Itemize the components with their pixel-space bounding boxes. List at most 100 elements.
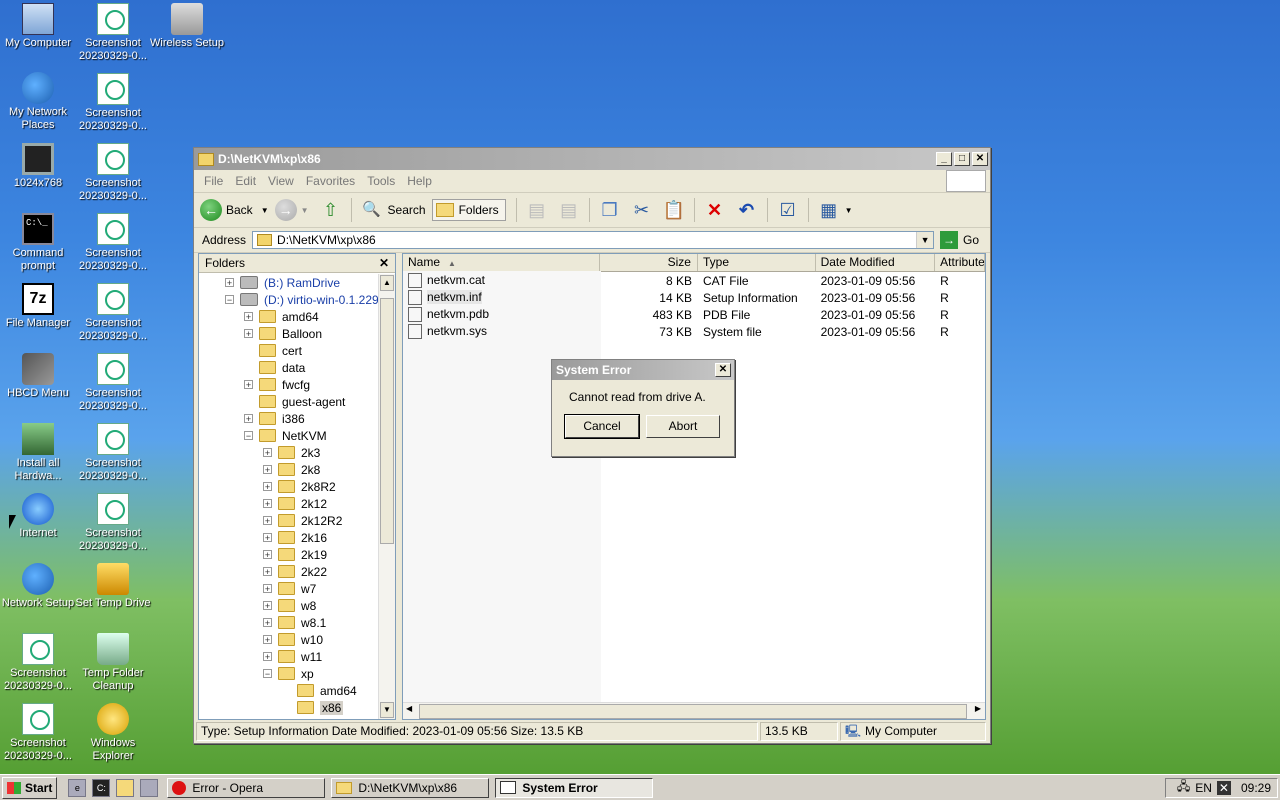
tree-node[interactable]: + w10 (263, 631, 323, 648)
tree-node[interactable]: amd64 (282, 682, 357, 699)
tree-node[interactable]: − xp (263, 665, 314, 682)
start-button[interactable]: Start (2, 776, 58, 799)
expand-icon[interactable]: + (263, 465, 272, 475)
abort-button[interactable]: Abort (646, 415, 720, 438)
dialog-titlebar[interactable]: System Error ✕ (552, 360, 734, 380)
back-dropdown-icon[interactable]: ▼ (261, 206, 269, 215)
scroll-thumb[interactable] (419, 704, 967, 719)
task-system-error[interactable]: System Error (495, 777, 654, 798)
desktop-icon-wireless-setup[interactable]: Wireless Setup (149, 3, 225, 50)
column-date-modified[interactable]: Date Modified (816, 254, 936, 271)
address-dropdown-icon[interactable]: ▼ (916, 232, 934, 248)
tree-node-selected[interactable]: x86 (282, 699, 344, 716)
table-row[interactable]: netkvm.pdb 483 KB PDB File 2023-01-09 05… (403, 306, 985, 323)
task-opera[interactable]: Error - Opera (167, 777, 326, 798)
tree-node[interactable]: + w7 (263, 580, 316, 597)
expand-icon[interactable]: + (263, 601, 272, 611)
up-folder-icon[interactable]: ⇧ (320, 199, 342, 221)
copy-to-icon[interactable]: ▤ (558, 199, 580, 221)
table-row[interactable]: netkvm.inf 14 KB Setup Information 2023-… (403, 289, 985, 306)
table-row[interactable]: netkvm.sys 73 KB System file 2023-01-09 … (403, 323, 985, 340)
collapse-icon[interactable]: − (225, 295, 234, 305)
menu-favorites[interactable]: Favorites (302, 174, 363, 188)
desktop-icon-temp-cleanup[interactable]: Temp Folder Cleanup (75, 633, 151, 693)
collapse-icon[interactable]: − (263, 669, 272, 679)
tree-node[interactable]: +2k8R2 (263, 478, 336, 495)
tool-tray-icon[interactable]: ✕ (1216, 780, 1231, 795)
expand-icon[interactable]: + (263, 482, 272, 492)
scroll-left-icon[interactable]: ◀ (406, 704, 412, 713)
forward-dropdown-icon[interactable]: ▼ (301, 206, 309, 215)
expand-icon[interactable]: + (263, 533, 272, 543)
expand-icon[interactable]: + (244, 380, 253, 390)
menu-tools[interactable]: Tools (363, 174, 403, 188)
language-indicator[interactable]: EN (1195, 781, 1212, 795)
go-button[interactable]: → Go (940, 231, 979, 249)
desktop-icon-set-temp-drive[interactable]: Set Temp Drive (75, 563, 151, 610)
scroll-down-icon[interactable]: ▼ (380, 702, 394, 718)
properties-icon[interactable]: ☑ (777, 199, 799, 221)
folders-button[interactable]: Folders (431, 199, 506, 221)
desktop-quicklaunch-icon[interactable] (140, 778, 159, 797)
desktop-icon-install-hardware[interactable]: Install all Hardwa... (0, 423, 76, 483)
column-size[interactable]: Size (600, 254, 698, 271)
tree-node[interactable]: + w8.1 (263, 614, 326, 631)
desktop-icon-screenshot[interactable]: Screenshot 20230329-0... (75, 213, 151, 273)
tree-node[interactable]: +2k8 (263, 461, 320, 478)
views-icon[interactable]: ▦ (818, 199, 840, 221)
desktop-icon-screenshot[interactable]: Screenshot 20230329-0... (0, 633, 76, 693)
tree-node[interactable]: +2k22 (263, 563, 327, 580)
tree-node[interactable]: cert (244, 342, 302, 359)
forward-button[interactable]: → ▼ (274, 199, 309, 221)
expand-icon[interactable]: + (263, 499, 272, 509)
menu-edit[interactable]: Edit (231, 174, 264, 188)
delete-icon[interactable]: ✕ (704, 199, 726, 221)
desktop-icon-network-setup[interactable]: Network Setup (0, 563, 76, 610)
expand-icon[interactable]: + (263, 516, 272, 526)
tree-node[interactable]: + fwcfg (244, 376, 310, 393)
tree-node[interactable]: +2k12 (263, 495, 327, 512)
scroll-thumb[interactable] (380, 298, 394, 544)
tree-node[interactable]: +2k3 (263, 444, 320, 461)
expand-icon[interactable]: + (263, 618, 272, 628)
expand-icon[interactable]: + (263, 567, 272, 577)
expand-icon[interactable]: + (263, 635, 272, 645)
menu-help[interactable]: Help (403, 174, 440, 188)
desktop-icon-command-prompt[interactable]: C:\_ Command prompt (0, 213, 76, 273)
scroll-right-icon[interactable]: ▶ (975, 704, 981, 713)
task-explorer[interactable]: D:\NetKVM\xp\x86 (331, 777, 490, 798)
desktop-icon-screenshot[interactable]: Screenshot 20230329-0... (75, 283, 151, 343)
menu-view[interactable]: View (264, 174, 302, 188)
expand-icon[interactable]: + (244, 312, 253, 322)
undo-icon[interactable]: ↶ (736, 199, 758, 221)
expand-icon[interactable]: + (263, 550, 272, 560)
close-button[interactable]: ✕ (972, 152, 988, 166)
maximize-button[interactable]: □ (954, 152, 970, 166)
ie-quicklaunch-icon[interactable]: e (68, 778, 87, 797)
move-to-icon[interactable]: ▤ (526, 199, 548, 221)
minimize-button[interactable]: _ (936, 152, 952, 166)
file-list-hscrollbar[interactable]: ◀ ▶ (403, 702, 985, 719)
back-button[interactable]: ← Back ▼ (200, 199, 269, 221)
paste-icon[interactable]: 📋 (663, 199, 685, 221)
desktop-icon-screenshot[interactable]: Screenshot 20230329-0... (75, 73, 151, 133)
column-attributes[interactable]: Attributes (935, 254, 985, 271)
search-button[interactable]: 🔍 Search (356, 199, 425, 221)
tree-node[interactable]: + w8 (263, 597, 316, 614)
expand-icon[interactable]: + (225, 278, 234, 288)
folder-tree-scrollbar[interactable]: ▲ ▼ (378, 274, 395, 719)
expand-icon[interactable]: + (244, 414, 253, 424)
tree-node[interactable]: − (D:) virtio-win-0.1.229 (225, 291, 379, 308)
desktop-icon-screenshot[interactable]: Screenshot 20230329-0... (75, 353, 151, 413)
explorer-quicklaunch-icon[interactable] (116, 778, 135, 797)
clock[interactable]: 09:29 (1241, 781, 1271, 795)
folders-pane-close-icon[interactable]: ✕ (379, 256, 389, 270)
cmd-quicklaunch-icon[interactable]: C: (92, 778, 111, 797)
column-type[interactable]: Type (698, 254, 816, 271)
tree-node[interactable]: guest-agent (244, 393, 345, 410)
tree-node[interactable]: − NetKVM (244, 427, 327, 444)
cut-icon[interactable]: ✂ (631, 199, 653, 221)
cancel-button[interactable]: Cancel (564, 414, 640, 439)
tree-node[interactable]: +2k16 (263, 529, 327, 546)
views-dropdown-icon[interactable]: ▼ (845, 206, 853, 215)
